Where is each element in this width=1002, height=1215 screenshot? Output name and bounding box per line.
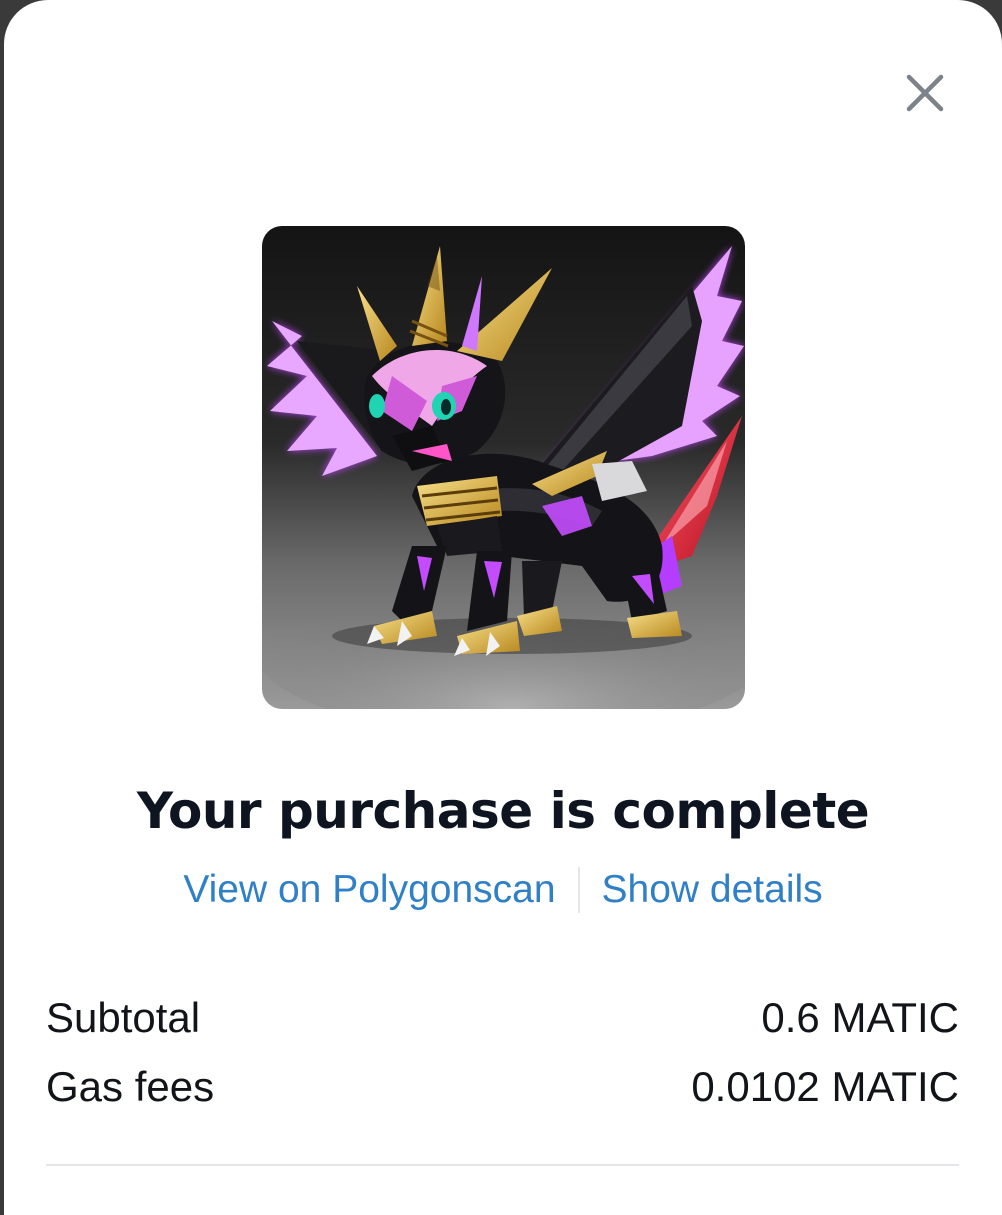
close-button[interactable]	[900, 68, 950, 118]
subtotal-label: Subtotal	[46, 994, 201, 1041]
show-details-link[interactable]: Show details	[602, 866, 823, 914]
gas-fees-row: Gas fees 0.0102 MATIC	[46, 1061, 959, 1113]
summary-divider	[46, 1164, 959, 1166]
page-title: Your purchase is complete	[136, 782, 870, 840]
action-links: View on Polygonscan Show details	[4, 866, 1002, 914]
gas-fees-label: Gas fees	[46, 1063, 215, 1110]
nft-image	[262, 226, 745, 709]
subtotal-value: 0.6 MATIC	[761, 994, 959, 1041]
close-icon	[906, 74, 944, 112]
subtotal-row: Subtotal 0.6 MATIC	[46, 992, 959, 1044]
gas-fees-value: 0.0102 MATIC	[691, 1063, 959, 1110]
purchase-complete-modal: Your purchase is complete View on Polygo…	[4, 0, 1002, 1215]
link-divider	[577, 867, 580, 913]
view-on-polygonscan-link[interactable]: View on Polygonscan	[183, 866, 555, 914]
